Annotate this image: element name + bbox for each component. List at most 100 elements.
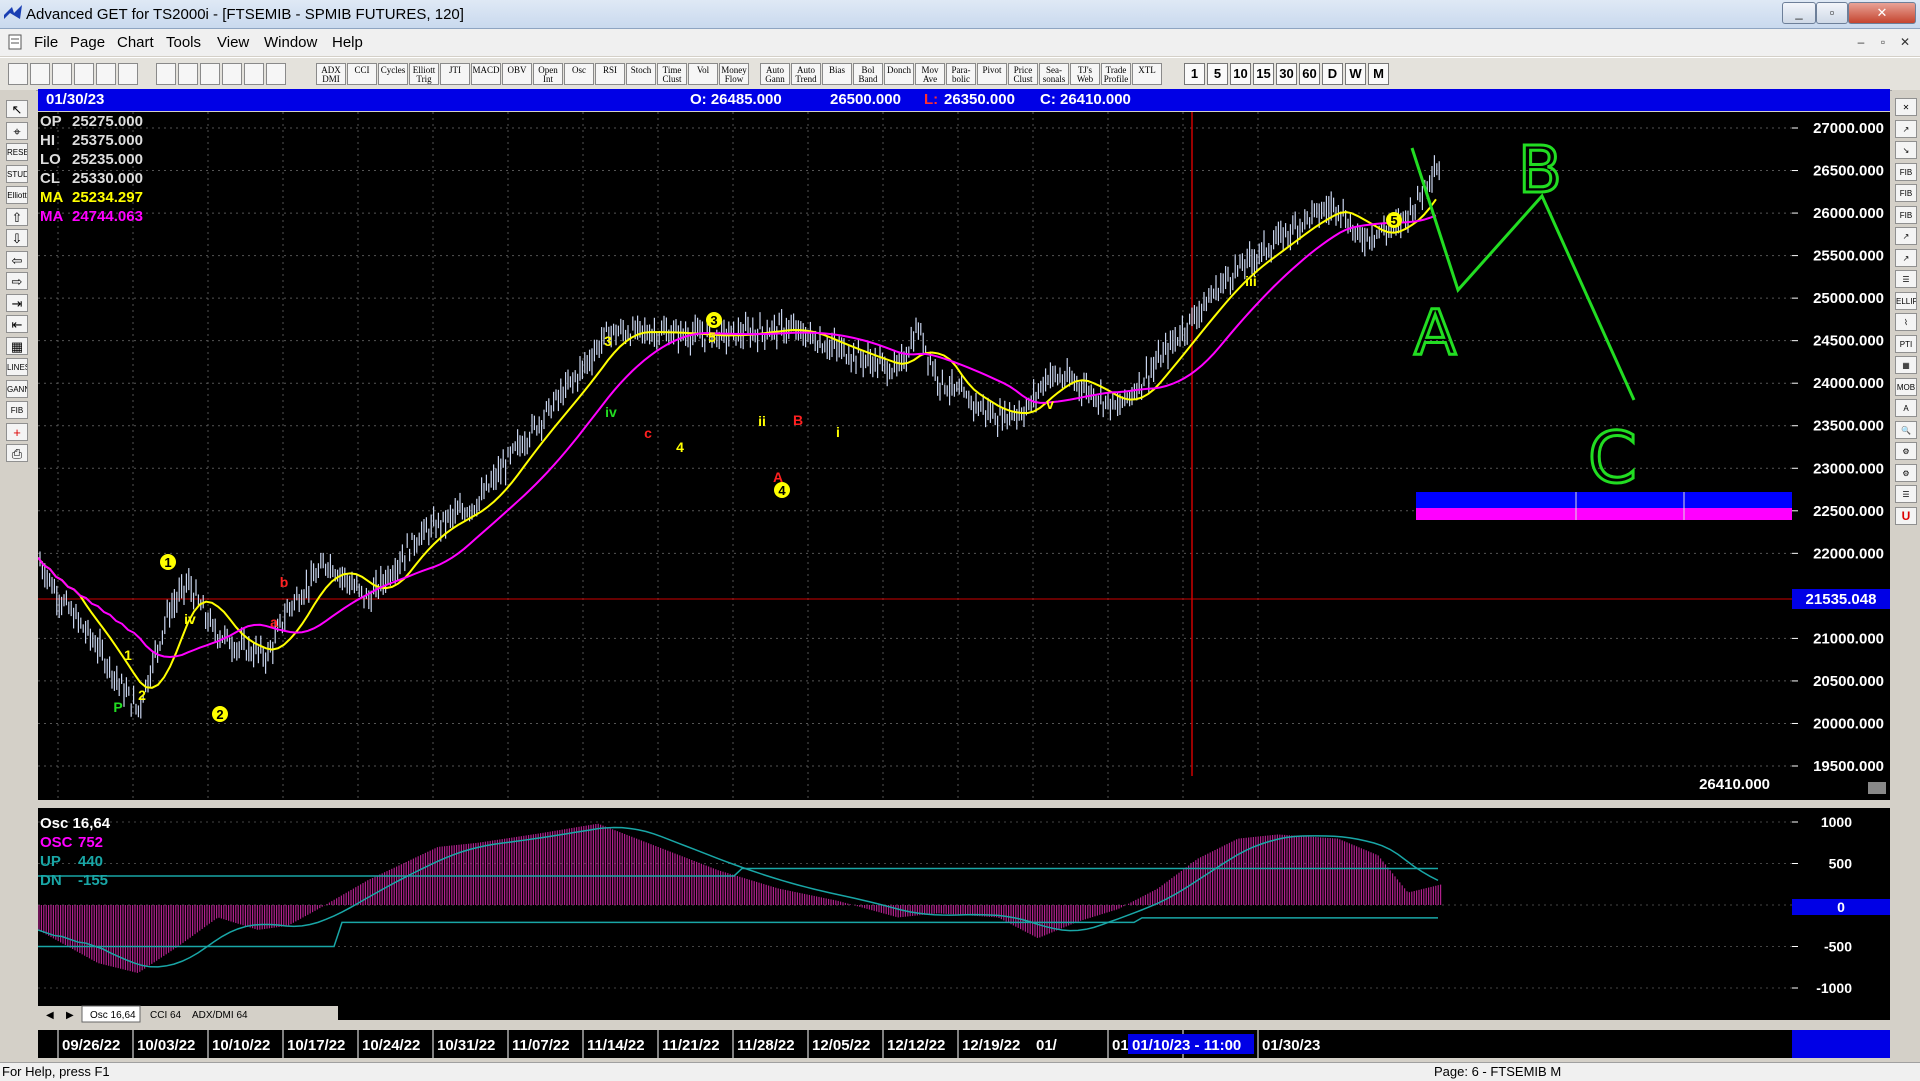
- toolbar-mov-ave-button[interactable]: Mov Ave: [915, 63, 945, 85]
- menu-tools[interactable]: Tools: [166, 34, 201, 51]
- right-tool-15[interactable]: 🔍: [1895, 420, 1917, 439]
- tool-gann[interactable]: GANN: [6, 379, 28, 398]
- arrow-icon[interactable]: ↖: [6, 100, 28, 118]
- tab-scroll-right-icon[interactable]: ▶: [66, 1010, 74, 1021]
- close-button[interactable]: ✕: [1848, 2, 1916, 24]
- cross-icon[interactable]: +: [6, 422, 28, 441]
- toolbar-osc-button[interactable]: Osc: [564, 63, 594, 85]
- maximize-button[interactable]: ▫: [1816, 2, 1848, 24]
- left-arrow-icon[interactable]: ⇦: [6, 250, 28, 269]
- right-tool-9[interactable]: ELLIPS: [1895, 291, 1917, 310]
- right-tool-4[interactable]: FIB EXT: [1895, 184, 1917, 202]
- period-15-button[interactable]: 15: [1253, 63, 1274, 85]
- toolbar-adx-dmi-button[interactable]: ADX DMI: [316, 63, 346, 85]
- menu-chart[interactable]: Chart: [117, 34, 154, 51]
- tool-reset[interactable]: RESET: [6, 143, 28, 161]
- grid-icon[interactable]: [178, 63, 198, 85]
- period-10-button[interactable]: 10: [1230, 63, 1251, 85]
- scroll-icon[interactable]: [156, 63, 176, 85]
- right-tool-19[interactable]: U: [1895, 506, 1917, 525]
- right-tool-14[interactable]: A: [1895, 399, 1917, 417]
- right-tool-10[interactable]: ⌇: [1895, 313, 1917, 331]
- toolbar-pivot-button[interactable]: Pivot: [977, 63, 1007, 85]
- toolbar-cci-button[interactable]: CCI: [347, 63, 377, 85]
- copy-icon[interactable]: [52, 63, 72, 85]
- right-tool-3[interactable]: FIB RET: [1895, 162, 1917, 181]
- mdi-minimize-button[interactable]: –: [1852, 34, 1870, 50]
- chart-area[interactable]: 27000.00026500.00026000.00025500.0002500…: [38, 112, 1890, 1058]
- save-icon[interactable]: [30, 63, 50, 85]
- toolbar-donch-button[interactable]: Donch: [884, 63, 914, 85]
- refresh-icon[interactable]: [118, 63, 138, 85]
- panel-splitter[interactable]: [38, 800, 1890, 808]
- mdi-close-button[interactable]: ✕: [1896, 34, 1914, 50]
- right-tool-8[interactable]: ☰: [1895, 270, 1917, 288]
- menu-help[interactable]: Help: [332, 34, 363, 51]
- right-tool-7[interactable]: ↗: [1895, 248, 1917, 267]
- period-d-button[interactable]: D: [1322, 63, 1343, 85]
- toolbar-xtl-button[interactable]: XTL: [1132, 63, 1162, 85]
- menu-view[interactable]: View: [217, 34, 249, 51]
- toolbar-jti-button[interactable]: JTI: [440, 63, 470, 85]
- right-tool-2[interactable]: ↘: [1895, 141, 1917, 159]
- period-5-button[interactable]: 5: [1207, 63, 1228, 85]
- tab-osc-label[interactable]: Osc 16,64: [90, 1010, 136, 1021]
- toolbar-sea-sonals-button[interactable]: Sea-sonals: [1039, 63, 1069, 85]
- tool-lines[interactable]: LINES: [6, 358, 28, 376]
- right-tool-17[interactable]: ⚙: [1895, 463, 1917, 482]
- right-tool-6[interactable]: ↗: [1895, 227, 1917, 245]
- right-tool-16[interactable]: ⚙: [1895, 442, 1917, 460]
- panel-resize-icon[interactable]: [1868, 782, 1886, 794]
- toolbar-obv-button[interactable]: OBV: [502, 63, 532, 85]
- tab-scroll-left-icon[interactable]: ◀: [46, 1010, 54, 1021]
- menu-file[interactable]: File: [34, 34, 58, 51]
- toolbar-stoch-button[interactable]: Stoch: [626, 63, 656, 85]
- tool-fib[interactable]: FIB: [6, 401, 28, 419]
- right-tool-1[interactable]: ↗: [1895, 119, 1917, 138]
- tab-adx-label[interactable]: ADX/DMI 64: [192, 1010, 248, 1021]
- toolbar-trade-profile-button[interactable]: Trade Profile: [1101, 63, 1131, 85]
- toolbar-time-clust-button[interactable]: Time Clust: [657, 63, 687, 85]
- cursor-icon[interactable]: ⌖: [6, 121, 28, 140]
- help-icon[interactable]: [266, 63, 286, 85]
- tool-study[interactable]: STUDY: [6, 164, 28, 183]
- grid-icon[interactable]: ▦: [6, 336, 28, 355]
- minimize-button[interactable]: _: [1782, 2, 1816, 24]
- toolbar-open-int-button[interactable]: Open Int: [533, 63, 563, 85]
- menu-window[interactable]: Window: [264, 34, 317, 51]
- printer-icon[interactable]: ⎙: [6, 444, 28, 462]
- period-30-button[interactable]: 30: [1276, 63, 1297, 85]
- toolbar-price-clust-button[interactable]: Price Clust: [1008, 63, 1038, 85]
- toolbar-auto-gann-button[interactable]: Auto Gann: [760, 63, 790, 85]
- right-arrow-icon[interactable]: ⇨: [6, 272, 28, 290]
- toolbar-money-flow-button[interactable]: Money Flow: [719, 63, 749, 85]
- toolbar-cycles-button[interactable]: Cycles: [378, 63, 408, 85]
- toolbar-rsi-button[interactable]: RSI: [595, 63, 625, 85]
- toolbar-para-bolic-button[interactable]: Para-bolic: [946, 63, 976, 85]
- period-m-button[interactable]: M: [1368, 63, 1389, 85]
- open-icon[interactable]: [8, 63, 28, 85]
- toolbar-bol-band-button[interactable]: Bol Band: [853, 63, 883, 85]
- tab-cci-label[interactable]: CCI 64: [150, 1010, 182, 1021]
- right-tool-13[interactable]: MOB: [1895, 377, 1917, 396]
- mdi-restore-button[interactable]: ▫: [1874, 34, 1892, 50]
- toolbar-auto-trend-button[interactable]: Auto Trend: [791, 63, 821, 85]
- print-preview-icon[interactable]: [222, 63, 242, 85]
- tool-elliott[interactable]: Elliott: [6, 186, 28, 204]
- zoom-out-icon[interactable]: ⇤: [6, 315, 28, 333]
- period-1-button[interactable]: 1: [1184, 63, 1205, 85]
- period-60-button[interactable]: 60: [1299, 63, 1320, 85]
- right-tool-18[interactable]: ☰: [1895, 485, 1917, 503]
- toolbar-vol-button[interactable]: Vol: [688, 63, 718, 85]
- undo-icon[interactable]: [96, 63, 116, 85]
- right-tool-11[interactable]: PTI: [1895, 334, 1917, 353]
- toolbar-tj-s-web-button[interactable]: TJ's Web: [1070, 63, 1100, 85]
- toolbar-elliott-trig-button[interactable]: Elliott Trig: [409, 63, 439, 85]
- toolbar-macd-button[interactable]: MACD: [471, 63, 501, 85]
- print-icon[interactable]: [200, 63, 220, 85]
- menu-page[interactable]: Page: [70, 34, 105, 51]
- right-tool-12[interactable]: ▦: [1895, 356, 1917, 374]
- up-arrow-icon[interactable]: ⇧: [6, 207, 28, 226]
- paste-icon[interactable]: [74, 63, 94, 85]
- down-arrow-icon[interactable]: ⇩: [6, 229, 28, 247]
